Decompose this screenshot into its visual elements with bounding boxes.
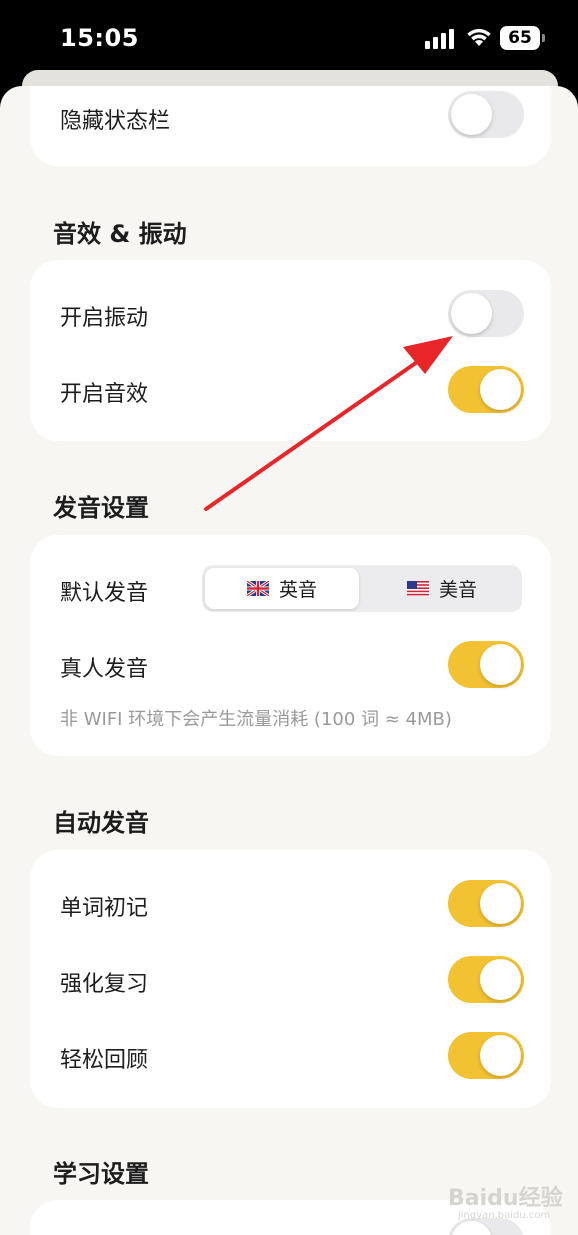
toggle-knob <box>480 644 521 685</box>
real-voice-label: 真人发音 <box>60 657 149 682</box>
hide-status-bar-toggle[interactable] <box>448 91 524 138</box>
uk-flag-icon <box>246 581 269 596</box>
study-settings-title: 学习设置 <box>53 1160 149 1188</box>
vibration-label: 开启振动 <box>60 306 149 331</box>
toggle-knob <box>480 369 521 410</box>
sound-section-title: 音效 & 振动 <box>53 220 187 248</box>
uk-accent-option[interactable]: 英音 <box>205 568 359 609</box>
data-usage-note: 非 WIFI 环境下会产生流量消耗 (100 词 ≈ 4MB) <box>60 709 452 730</box>
uk-accent-label: 英音 <box>278 579 317 601</box>
toggle-knob <box>480 883 521 924</box>
real-voice-toggle[interactable] <box>448 641 524 688</box>
vibration-toggle[interactable] <box>448 290 524 337</box>
hide-status-bar-label: 隐藏状态栏 <box>60 109 171 134</box>
watermark: Baidu经验 <box>448 1186 563 1211</box>
auto-item-label: 单词初记 <box>60 896 149 921</box>
auto-item-toggle[interactable] <box>448 1032 524 1079</box>
auto-item-label: 强化复习 <box>60 972 149 997</box>
toggle-knob <box>451 293 492 334</box>
us-flag-icon <box>406 581 429 596</box>
pronunciation-section-title: 发音设置 <box>53 494 149 522</box>
wifi-icon <box>467 28 491 46</box>
auto-item-toggle[interactable] <box>448 880 524 927</box>
auto-item-toggle[interactable] <box>448 956 524 1003</box>
toggle-knob <box>451 94 492 135</box>
sound-effect-label: 开启音效 <box>60 382 149 407</box>
watermark-url: jingyan.baidu.com <box>458 1210 551 1221</box>
toggle-knob <box>480 1035 521 1076</box>
us-accent-option[interactable]: 美音 <box>365 568 519 609</box>
status-bar: 15:05 65 <box>0 0 578 80</box>
pronunciation-card: 默认发音 英音 美音 真人发音 非 WIFI 环境下会产生流量消耗 (100 词… <box>30 535 551 756</box>
accent-selector: 英音 美音 <box>202 565 522 612</box>
auto-pronunciation-title: 自动发音 <box>53 809 149 837</box>
settings-page: 隐藏状态栏 音效 & 振动 开启振动 开启音效 发音设置 默认发音 英音 美音 … <box>0 86 578 1235</box>
status-time: 15:05 <box>60 24 139 52</box>
toggle-knob <box>451 1221 492 1235</box>
display-card: 隐藏状态栏 <box>30 86 551 166</box>
sound-effect-toggle[interactable] <box>448 366 524 413</box>
us-accent-label: 美音 <box>438 579 477 601</box>
auto-item-label: 轻松回顾 <box>60 1048 149 1073</box>
auto-pronunciation-card: 单词初记 强化复习 轻松回顾 <box>30 850 551 1108</box>
toggle-knob <box>480 959 521 1000</box>
battery-indicator: 65 <box>500 26 545 50</box>
default-pronunciation-label: 默认发音 <box>60 581 149 606</box>
sound-card: 开启振动 开启音效 <box>30 260 551 441</box>
signal-icon <box>425 29 454 49</box>
